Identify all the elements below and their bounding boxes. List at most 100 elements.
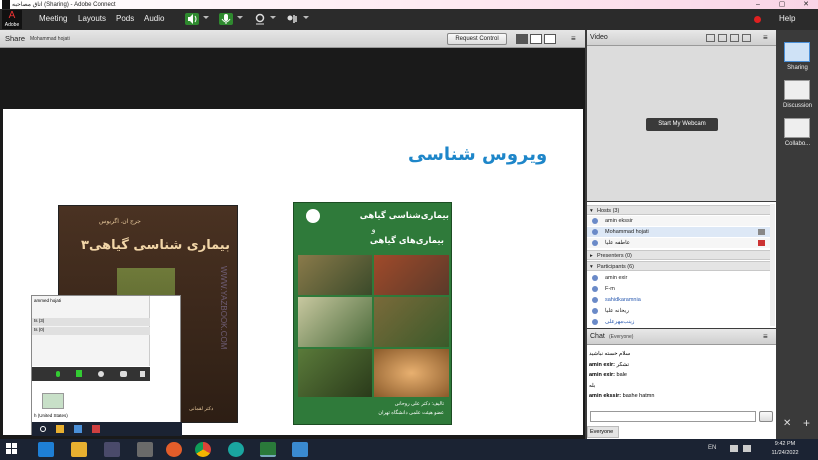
menu-meeting[interactable]: Meeting <box>39 14 67 23</box>
photo-leaf-3 <box>298 297 372 347</box>
windows-taskbar: EN 9:42 PM 11/24/2022 <box>0 439 818 460</box>
overlay-name: ammed hojati <box>34 298 62 303</box>
overlay-speaker-icon[interactable] <box>76 370 82 377</box>
video-editor-icon[interactable] <box>137 442 153 457</box>
video-pod-title: Video <box>590 34 608 41</box>
overlay-start-icon <box>40 426 46 432</box>
book-left-title: بیماری شناسی گیاهی۳ <box>81 238 230 253</box>
overlay-mic-icon[interactable] <box>56 371 60 377</box>
raise-hand-icon[interactable] <box>286 13 300 25</box>
webcam-icon[interactable] <box>253 13 267 25</box>
video-pod: Video ≡ Start My Webcam <box>587 30 776 201</box>
fit-width-icon[interactable] <box>516 34 528 44</box>
send-message-icon[interactable] <box>759 411 773 422</box>
video-option-icon[interactable] <box>706 34 715 42</box>
chat-message: بله <box>589 382 596 389</box>
layout-collaboration-thumb[interactable] <box>784 118 810 138</box>
book-right-title-1: بیماری‌شناسی گیاهی <box>359 211 449 221</box>
menu-layouts[interactable]: Layouts <box>78 14 106 23</box>
chat-message: سلام خسته نباشید <box>589 351 631 357</box>
host-row[interactable]: Mohammad hojati <box>587 227 773 237</box>
internet-explorer-icon[interactable] <box>38 442 54 457</box>
adobe-connect-taskbar-icon[interactable] <box>260 442 276 457</box>
share-pod-header: Share Mohammad hojati Request Control ≡ <box>0 30 585 48</box>
menu-pods[interactable]: Pods <box>116 14 134 23</box>
user-icon <box>592 286 598 292</box>
pod-options-icon[interactable]: ≡ <box>763 332 768 341</box>
hosts-section-header[interactable]: ▾ Hosts (3) <box>587 205 773 215</box>
maximize-button[interactable]: ▢ <box>772 0 792 9</box>
full-screen-icon[interactable] <box>530 34 542 44</box>
participant-row[interactable]: ریحانه علیا <box>587 306 773 316</box>
host-row[interactable]: عاطفه علیا <box>587 238 773 248</box>
windows-start-icon[interactable] <box>6 443 18 455</box>
overlay-row-2: ts (0) <box>32 327 150 335</box>
microphone-icon[interactable] <box>219 13 233 25</box>
menu-help[interactable]: Help <box>779 14 795 23</box>
participant-row[interactable]: F-m <box>587 284 773 294</box>
minimize-button[interactable]: – <box>748 0 768 9</box>
user-icon <box>592 275 598 281</box>
firefox-icon[interactable] <box>166 442 182 457</box>
photo-fruit-2 <box>374 349 449 397</box>
screen-overlay-window: ammed hojati ts (3) ts (0) h (United Sta… <box>31 295 182 436</box>
clock-date[interactable]: 11/24/2022 <box>765 450 805 456</box>
overlay-lang: h (United States) <box>34 413 68 418</box>
recording-indicator-icon[interactable] <box>754 16 761 23</box>
sync-view-icon[interactable] <box>544 34 556 44</box>
microphone-menu-caret[interactable] <box>237 16 243 19</box>
layout-sharing-thumb[interactable] <box>784 42 810 62</box>
chat-recipient-tab[interactable]: Everyone <box>587 426 619 438</box>
presenters-section-header[interactable]: ▸ Presenters (0) <box>587 250 773 260</box>
participant-row[interactable]: sahidkaramnia <box>587 295 773 305</box>
chat-message: amin exir: bale <box>589 372 627 378</box>
overlay-bell-icon[interactable] <box>140 371 145 377</box>
overlay-toolbar <box>32 367 150 381</box>
participants-header-label: Participants (6) <box>597 264 634 270</box>
video-option-icon[interactable] <box>742 34 751 42</box>
chat-messages: سلام خسته نباشید amin exir: تشکر amin ex… <box>589 349 769 402</box>
close-layouts-icon[interactable]: ✕ <box>783 418 791 429</box>
attendees-pod: ▾ Hosts (3) amin ekssir Mohammad hojati ع… <box>587 202 776 328</box>
webcam-menu-caret[interactable] <box>270 16 276 19</box>
speaker-menu-caret[interactable] <box>203 16 209 19</box>
input-language[interactable]: EN <box>708 445 716 451</box>
layouts-bar: Sharing Discussion Collabo... ✕ + <box>777 30 818 439</box>
close-button[interactable]: ✕ <box>796 0 816 9</box>
chrome-icon[interactable] <box>195 442 211 457</box>
layout-discussion-label[interactable]: Discussion <box>777 103 818 109</box>
edge-icon[interactable] <box>228 442 244 457</box>
participant-row[interactable]: زینب‌مهرعلی <box>587 317 773 327</box>
network-icon[interactable] <box>730 445 738 452</box>
participant-name: ریحانه علیا <box>605 308 629 314</box>
photo-leaf-4 <box>374 297 449 347</box>
menu-audio[interactable]: Audio <box>144 14 164 23</box>
attendees-scrollbar[interactable] <box>770 204 775 326</box>
overlay-chat-icon[interactable] <box>120 371 127 377</box>
participant-row[interactable]: amin exir <box>587 273 773 283</box>
overlay-taskbar <box>32 422 182 436</box>
window-title: اتاق مصاحبه (Sharing) - Adobe Connect <box>12 2 116 8</box>
host-row[interactable]: amin ekssir <box>587 216 773 226</box>
file-explorer-icon[interactable] <box>71 442 87 457</box>
video-option-icon[interactable] <box>730 34 739 42</box>
media-player-icon[interactable] <box>104 442 120 457</box>
overlay-webcam-icon[interactable] <box>98 371 104 377</box>
chat-input[interactable] <box>590 411 756 422</box>
volume-icon[interactable] <box>743 445 751 452</box>
layout-collaboration-label[interactable]: Collabo... <box>777 141 818 147</box>
layout-sharing-label[interactable]: Sharing <box>777 65 818 71</box>
request-control-button[interactable]: Request Control <box>447 33 507 45</box>
video-option-icon[interactable] <box>718 34 727 42</box>
speaker-icon[interactable] <box>185 13 199 25</box>
participants-section-header[interactable]: ▾ Participants (6) <box>587 261 773 271</box>
status-menu-caret[interactable] <box>303 16 309 19</box>
logo-label: Adobe <box>4 22 20 28</box>
add-layout-icon[interactable]: + <box>803 416 810 430</box>
start-webcam-button[interactable]: Start My Webcam <box>646 118 718 131</box>
pod-options-icon[interactable]: ≡ <box>763 33 768 42</box>
pod-options-icon[interactable]: ≡ <box>571 34 576 43</box>
control-panel-icon[interactable] <box>292 442 308 457</box>
layout-discussion-thumb[interactable] <box>784 80 810 100</box>
clock-time[interactable]: 9:42 PM <box>765 441 805 447</box>
